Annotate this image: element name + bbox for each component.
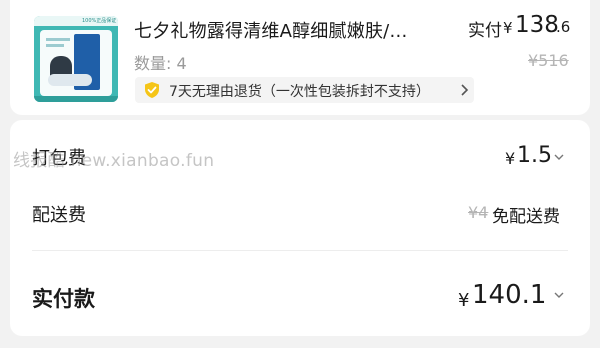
- watermark: 线报酷 new.xianbao.fun: [13, 151, 215, 171]
- paid-currency: ¥: [503, 19, 513, 37]
- product-title[interactable]: 七夕礼物露得清维A醇细腻嫩肤/…: [134, 17, 444, 43]
- return-policy-text: 7天无理由退货（一次性包装拆封不支持）: [169, 84, 430, 100]
- shield-check-icon: [145, 82, 159, 98]
- thumbnail-banner: 100%正品保证: [34, 16, 118, 26]
- thumbnail-footer: [34, 96, 118, 102]
- packing-fee-value[interactable]: 1.5: [517, 143, 552, 168]
- chevron-right-icon: [461, 84, 469, 96]
- total-paid-value[interactable]: 140.1: [472, 280, 546, 310]
- thumbnail-text-line: [46, 38, 70, 41]
- shipping-fee-label: 配送费: [32, 205, 86, 226]
- thumbnail-banner-text: 100%正品保证: [82, 18, 117, 24]
- shipping-original-fee: ¥4: [468, 203, 489, 222]
- chevron-down-icon[interactable]: [553, 152, 565, 162]
- shipping-free-label: 免配送费: [492, 207, 560, 227]
- paid-amount-int: 138: [515, 12, 559, 38]
- return-policy-badge[interactable]: 7天无理由退货（一次性包装拆封不支持）: [135, 77, 474, 103]
- packing-fee-currency: ¥: [505, 149, 516, 168]
- thumbnail-text-line: [46, 44, 64, 47]
- product-thumbnail[interactable]: 100%正品保证: [34, 16, 118, 102]
- product-cap-image: [48, 74, 92, 86]
- paid-amount-dec: .6: [556, 18, 571, 36]
- paid-label: 实付: [468, 21, 502, 41]
- quantity: 数量: 4: [134, 54, 187, 73]
- total-currency: ¥: [458, 290, 470, 311]
- divider: [32, 250, 568, 251]
- chevron-down-icon[interactable]: [553, 290, 565, 300]
- original-price: ¥516: [528, 51, 569, 70]
- total-paid-label: 实付款: [32, 287, 95, 311]
